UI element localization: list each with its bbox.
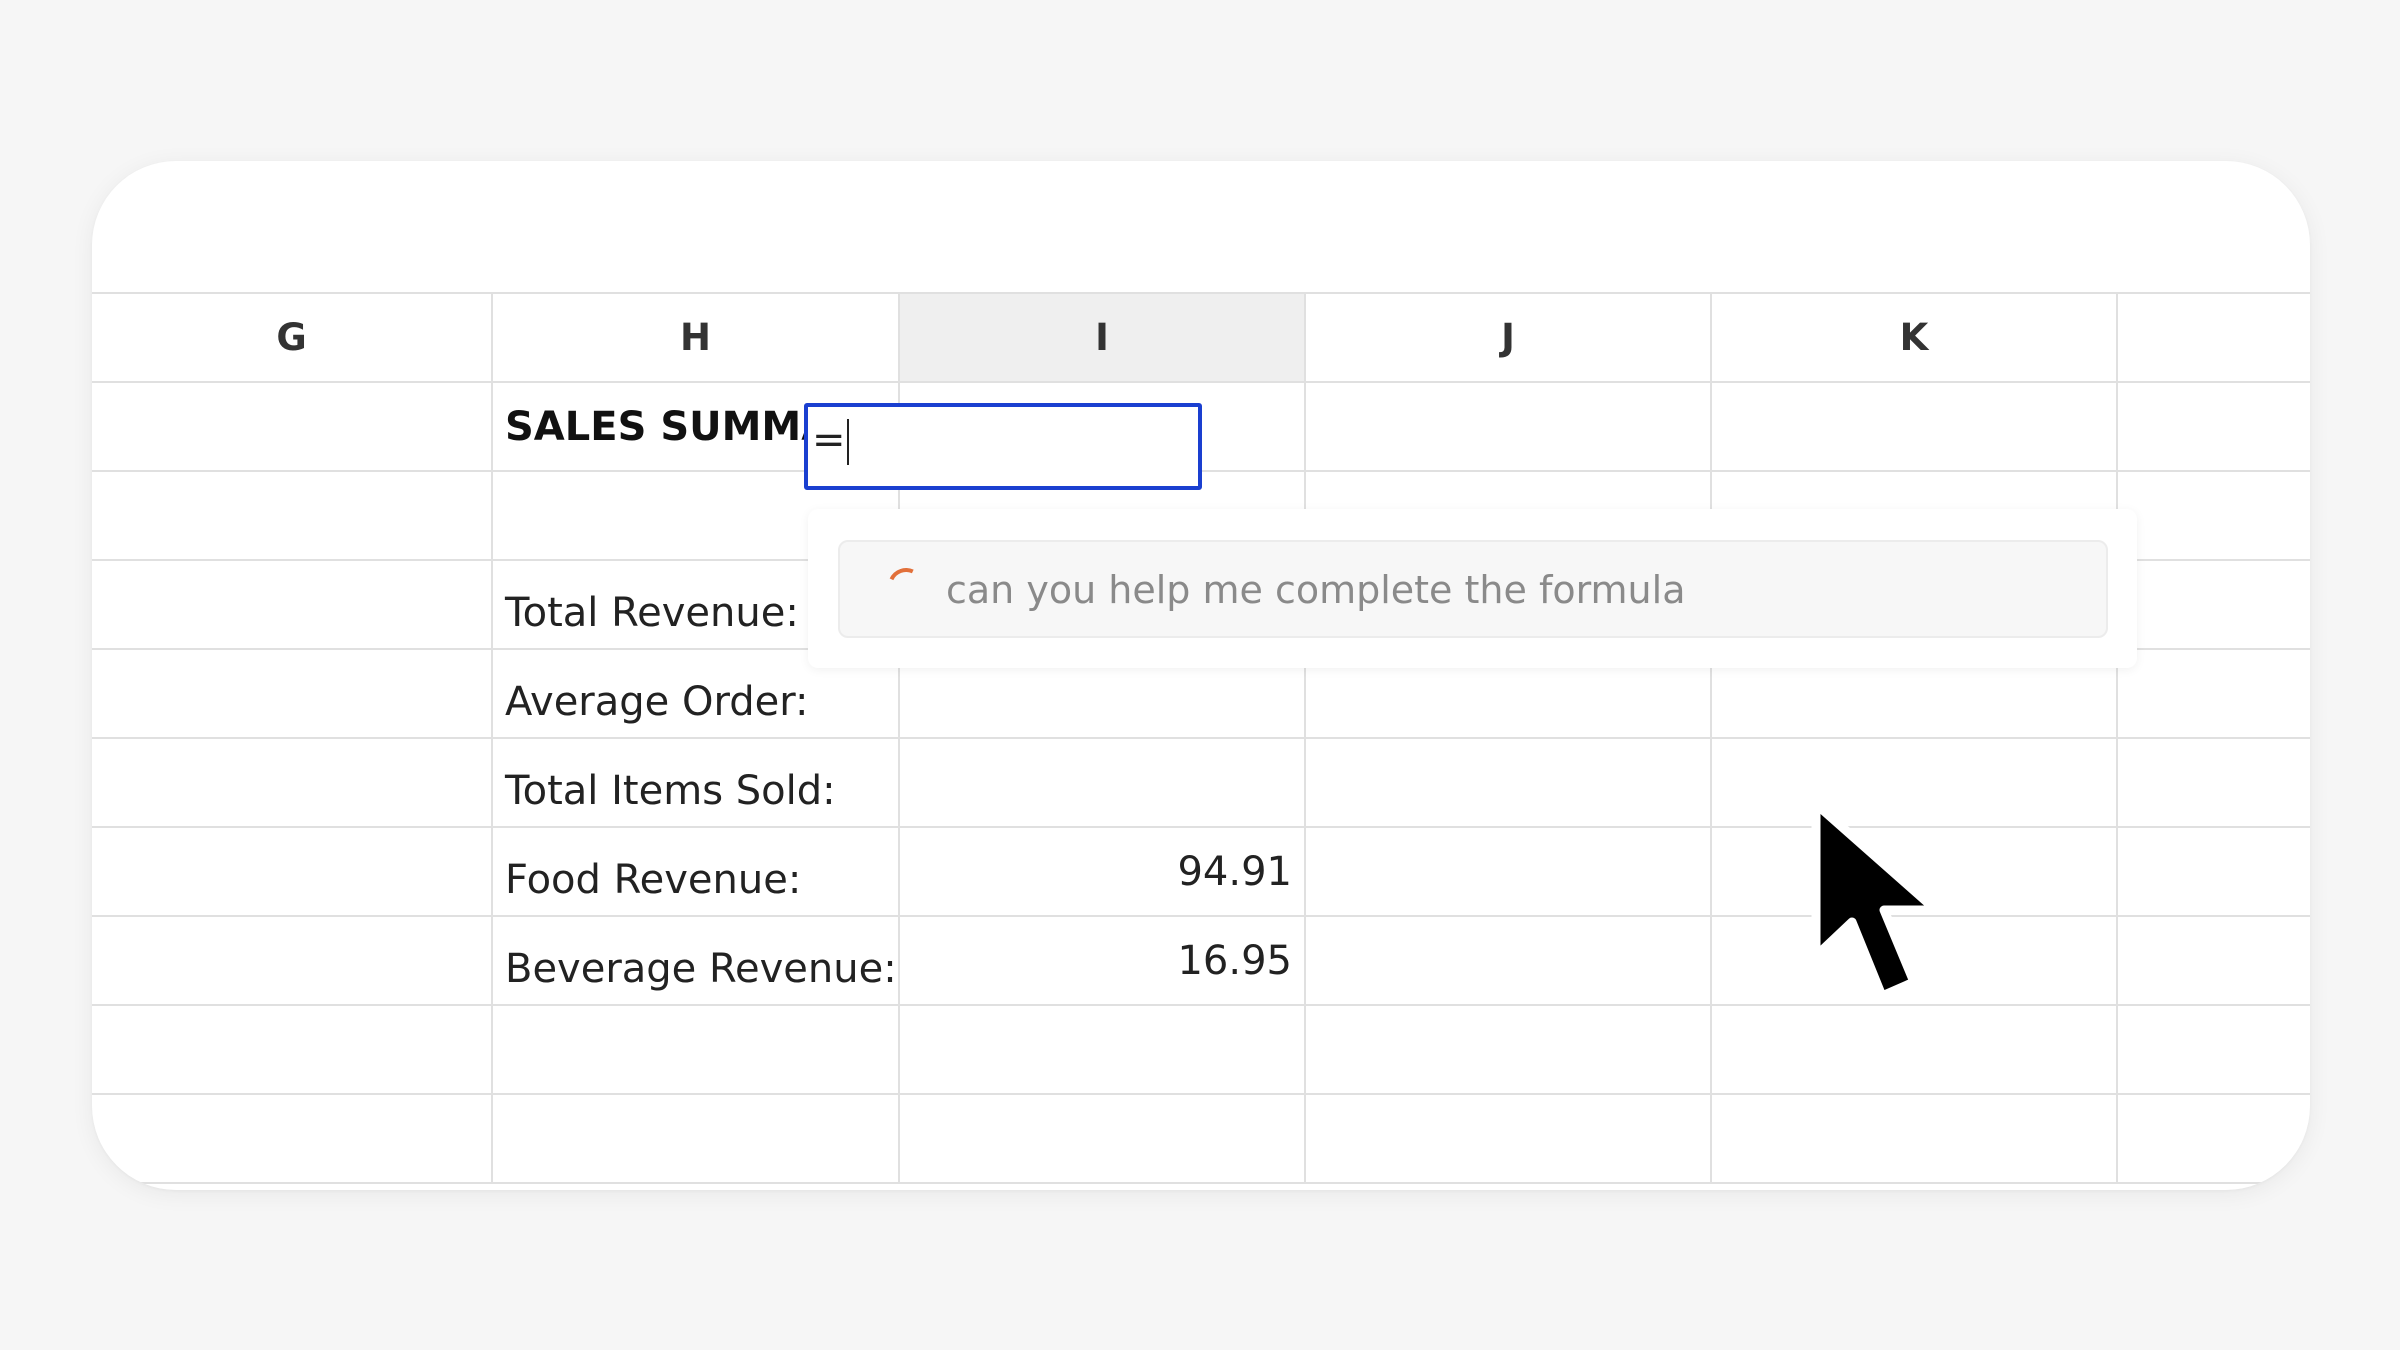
cell[interactable] (2116, 737, 2310, 828)
table-row: Food Revenue: 94.91 (92, 826, 2310, 917)
column-header-j[interactable]: J (1304, 292, 1712, 383)
cell[interactable] (2116, 826, 2310, 917)
cell[interactable] (2116, 648, 2310, 739)
cell[interactable] (1710, 1093, 2118, 1184)
column-header-h[interactable]: H (491, 292, 900, 383)
column-header-g[interactable]: G (92, 292, 493, 383)
table-row (92, 1004, 2310, 1095)
label-cell-total-items-sold[interactable]: Total Items Sold: (491, 737, 900, 828)
cell-editor-input[interactable]: = (804, 403, 1202, 490)
cell[interactable] (92, 1004, 493, 1095)
cell[interactable] (1304, 1093, 1712, 1184)
cell[interactable] (2116, 915, 2310, 1006)
cell[interactable] (1304, 1004, 1712, 1095)
cell[interactable] (92, 737, 493, 828)
cell[interactable] (1304, 915, 1712, 1006)
cell[interactable] (92, 826, 493, 917)
text-caret (846, 419, 849, 465)
loading-spinner-icon (882, 562, 930, 610)
cell[interactable] (92, 381, 493, 472)
cell[interactable] (898, 1004, 1306, 1095)
cell[interactable] (1710, 381, 2118, 472)
cell[interactable] (2116, 470, 2310, 561)
column-header-row: G H I J K (92, 292, 2310, 383)
cell[interactable] (92, 470, 493, 561)
cell-editor-value: = (812, 417, 846, 463)
spreadsheet-card: G H I J K SALES SUMMARY Total Revenue: A… (92, 161, 2310, 1190)
cell-food-revenue-value[interactable]: 94.91 (898, 826, 1306, 917)
ai-prompt-input[interactable]: can you help me complete the formula (838, 540, 2108, 638)
table-row: Total Items Sold: (92, 737, 2310, 828)
cell[interactable] (898, 737, 1306, 828)
cell[interactable] (1710, 1004, 2118, 1095)
mouse-pointer-icon (1811, 800, 1941, 1001)
cell-beverage-revenue-value[interactable]: 16.95 (898, 915, 1306, 1006)
ai-assist-popover: can you help me complete the formula (808, 509, 2137, 668)
cell[interactable] (491, 1004, 900, 1095)
cell[interactable] (92, 648, 493, 739)
column-header-i[interactable]: I (898, 292, 1306, 383)
cell[interactable] (2116, 1093, 2310, 1184)
cell[interactable] (1304, 826, 1712, 917)
cell[interactable] (2116, 559, 2310, 650)
table-row: Beverage Revenue: 16.95 (92, 915, 2310, 1006)
table-row (92, 1093, 2310, 1184)
cell[interactable] (92, 915, 493, 1006)
label-cell-beverage-revenue[interactable]: Beverage Revenue: (491, 915, 900, 1006)
label-cell-food-revenue[interactable]: Food Revenue: (491, 826, 900, 917)
cell[interactable] (1304, 381, 1712, 472)
cell[interactable] (2116, 1004, 2310, 1095)
column-header-k[interactable]: K (1710, 292, 2118, 383)
ai-prompt-text: can you help me complete the formula (946, 568, 1686, 612)
cell[interactable] (92, 559, 493, 650)
cell[interactable] (2116, 381, 2310, 472)
cell[interactable] (491, 1093, 900, 1184)
column-header-l[interactable] (2116, 292, 2310, 383)
cell[interactable] (898, 1093, 1306, 1184)
cell[interactable] (1304, 737, 1712, 828)
cell[interactable] (92, 1093, 493, 1184)
